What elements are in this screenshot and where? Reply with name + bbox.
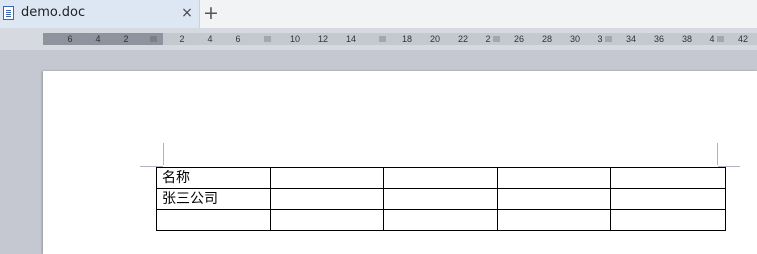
- ruler-label: 6: [235, 34, 241, 44]
- table-cell[interactable]: [610, 188, 726, 210]
- crop-mark: [163, 143, 164, 165]
- ruler-label: 34: [625, 34, 637, 44]
- ruler-label: 22: [457, 34, 469, 44]
- crop-mark: [717, 143, 718, 165]
- table-row: [156, 209, 726, 231]
- table-row: 名称: [156, 167, 726, 189]
- ruler-label: 20: [429, 34, 441, 44]
- ruler-label: 3: [597, 34, 603, 44]
- ruler-indent-marker[interactable]: [150, 36, 157, 42]
- tab-title: demo.doc: [21, 5, 86, 20]
- ruler-label: 28: [541, 34, 553, 44]
- ruler-label: 12: [317, 34, 329, 44]
- ruler-label: 42: [737, 34, 749, 44]
- ruler-label: 2: [485, 34, 491, 44]
- table-cell[interactable]: 名称: [156, 167, 271, 189]
- ruler-label: 36: [653, 34, 665, 44]
- table-cell[interactable]: [383, 188, 498, 210]
- document-table: 名称 张三公司: [156, 167, 726, 231]
- table-cell[interactable]: [270, 209, 384, 231]
- table-cell[interactable]: [156, 209, 271, 231]
- ruler-label: 6: [67, 34, 73, 44]
- ruler-column-marker[interactable]: [717, 36, 724, 42]
- ruler-label: 10: [289, 34, 301, 44]
- table-cell[interactable]: [497, 188, 611, 210]
- table-cell[interactable]: [497, 209, 611, 231]
- table-row: 张三公司: [156, 188, 726, 210]
- word-document-icon: [3, 6, 14, 20]
- ruler-label: 30: [569, 34, 581, 44]
- ruler-label: 26: [513, 34, 525, 44]
- ruler-label: 18: [401, 34, 413, 44]
- document-tab[interactable]: demo.doc ×: [0, 0, 200, 28]
- close-tab-icon[interactable]: ×: [180, 5, 194, 21]
- ruler-label: 38: [681, 34, 693, 44]
- ruler-column-marker[interactable]: [264, 36, 271, 42]
- ruler-label: 14: [345, 34, 357, 44]
- new-tab-button[interactable]: +: [202, 3, 220, 23]
- ruler-label: 2: [123, 34, 129, 44]
- ruler-column-marker[interactable]: [605, 36, 612, 42]
- table-cell[interactable]: [383, 209, 498, 231]
- ruler-column-marker[interactable]: [379, 36, 386, 42]
- ruler-label: 4: [709, 34, 715, 44]
- table-cell[interactable]: [610, 209, 726, 231]
- ruler-column-marker[interactable]: [493, 36, 500, 42]
- ruler-label: 4: [207, 34, 213, 44]
- table-cell[interactable]: [383, 167, 498, 189]
- tab-bar: demo.doc × +: [0, 0, 757, 28]
- table-cell[interactable]: [270, 167, 384, 189]
- table-cell[interactable]: 张三公司: [156, 188, 271, 210]
- table-cell[interactable]: [270, 188, 384, 210]
- ruler-label: 4: [95, 34, 101, 44]
- ruler-label: 2: [179, 34, 185, 44]
- table-cell[interactable]: [610, 167, 726, 189]
- table-cell[interactable]: [497, 167, 611, 189]
